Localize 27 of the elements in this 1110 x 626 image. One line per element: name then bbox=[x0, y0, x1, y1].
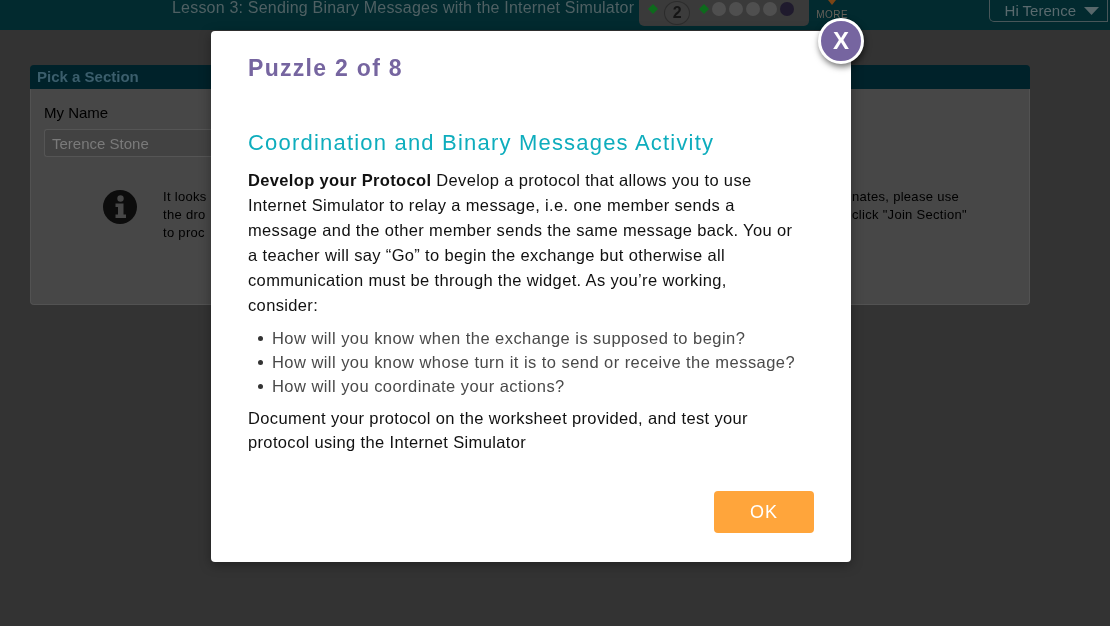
user-menu-button[interactable]: Hi Terence bbox=[988, 0, 1108, 22]
ok-button[interactable]: OK bbox=[714, 491, 814, 533]
info-icon bbox=[103, 190, 137, 224]
circle-icon[interactable] bbox=[780, 2, 795, 16]
caret-icon bbox=[828, 0, 837, 5]
question-text: How will you know when the exchange is supposed to begin? bbox=[272, 328, 746, 349]
activity-heading: Coordination and Binary Messages Activity bbox=[248, 130, 715, 156]
diamond-icon[interactable] bbox=[648, 4, 659, 14]
info-text: to proc bbox=[163, 224, 205, 242]
instructions-paragraph: Document your protocol on the worksheet provided, and test your protocol using the Internet Simulator bbox=[248, 408, 749, 453]
question-text: How will you coordinate your actions? bbox=[272, 376, 565, 397]
info-text: the dro bbox=[163, 206, 206, 224]
bullet-icon bbox=[258, 359, 263, 365]
close-button[interactable]: X bbox=[818, 18, 864, 64]
more-button[interactable]: MORE bbox=[816, 0, 849, 20]
caret-icon bbox=[1084, 6, 1099, 15]
lesson-title: Lesson 3: Sending Binary Messages with the Internet Simulator bbox=[172, 0, 635, 15]
bullet-icon bbox=[258, 383, 263, 389]
instructions-paragraph: Develop your Protocol Develop a protocol that allows you to use Internet Simulator to relay a message, i.e. one member sends a message and the other member sends the same message back. You or a teacher will say “Go” to begin the exchange but otherwise all communication must be through the widget. As you’re working, consider: bbox=[248, 170, 794, 316]
name-input[interactable]: Terence Stone bbox=[44, 129, 211, 157]
diamond-icon[interactable] bbox=[699, 4, 710, 14]
question-text: How will you know whose turn it is to send or receive the message? bbox=[272, 352, 796, 373]
info-text: It looks bbox=[163, 188, 207, 206]
bullet-icon bbox=[258, 335, 263, 341]
name-label: My Name bbox=[44, 104, 109, 122]
info-text: click "Join Section" bbox=[852, 206, 967, 224]
info-text: nates, please use bbox=[852, 188, 959, 206]
